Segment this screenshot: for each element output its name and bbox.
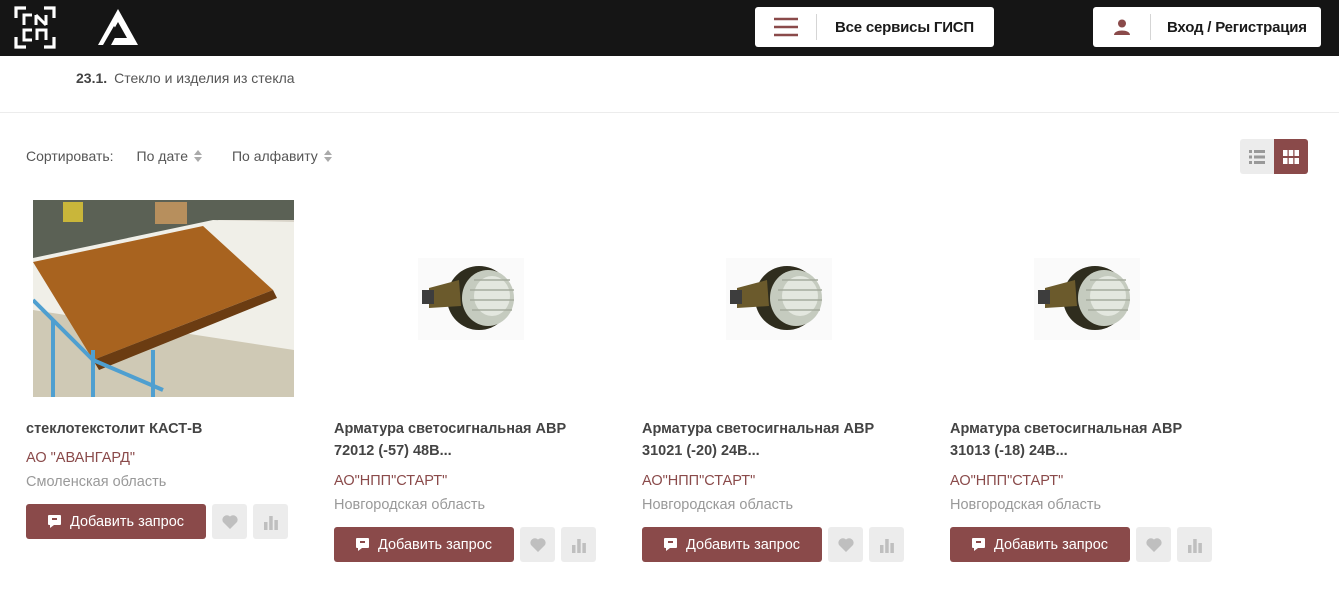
bar-chart-icon <box>879 538 894 553</box>
bar-chart-icon <box>1187 538 1202 553</box>
comment-icon <box>971 538 985 551</box>
add-request-button[interactable]: Добавить запрос <box>950 527 1130 562</box>
company-name[interactable]: АО"НПП"СТАРТ" <box>334 473 447 489</box>
heart-icon <box>221 514 238 529</box>
region: Новгородская область <box>950 497 1102 513</box>
favorite-button[interactable] <box>1136 527 1171 562</box>
menu-icon <box>755 14 817 40</box>
product-card[interactable]: Арматура светосигнальная АВР 31021 (-20)… <box>642 200 904 562</box>
favorite-button[interactable] <box>212 504 247 539</box>
product-image[interactable] <box>950 200 1212 397</box>
compare-button[interactable] <box>869 527 904 562</box>
region: Новгородская область <box>642 497 794 513</box>
sort-bar: Сортировать: По дате По алфавиту <box>26 148 362 164</box>
heart-icon <box>837 537 854 552</box>
list-icon <box>1249 149 1265 164</box>
add-request-label: Добавить запрос <box>69 513 185 530</box>
product-image[interactable] <box>642 200 904 397</box>
all-services-button[interactable]: Все сервисы ГИСП <box>755 7 994 47</box>
favorite-button[interactable] <box>520 527 555 562</box>
product-title[interactable]: стеклотекстолит КАСТ-В <box>26 418 288 440</box>
add-request-label: Добавить запрос <box>993 536 1109 553</box>
ministry-triangle-logo[interactable] <box>97 8 139 46</box>
heart-icon <box>1145 537 1162 552</box>
product-title[interactable]: Арматура светосигнальная АВР 31013 (-18)… <box>950 418 1212 462</box>
product-image[interactable] <box>33 200 294 397</box>
comment-icon <box>47 515 61 528</box>
all-services-label: Все сервисы ГИСП <box>835 18 974 36</box>
card-actions: Добавить запрос <box>334 527 596 562</box>
breadcrumb: 23.1. Стекло и изделия из стекла <box>76 70 295 86</box>
compare-button[interactable] <box>1177 527 1212 562</box>
divider <box>0 112 1339 113</box>
comment-icon <box>663 538 677 551</box>
bar-chart-icon <box>263 515 278 530</box>
list-view-button[interactable] <box>1240 139 1274 174</box>
top-header: Все сервисы ГИСП Вход / Регистрация <box>0 0 1339 56</box>
sort-by-alphabet[interactable]: По алфавиту <box>232 148 332 164</box>
company-name[interactable]: АО"НПП"СТАРТ" <box>950 473 1063 489</box>
product-card[interactable]: стеклотекстолит КАСТ-В АО "АВАНГАРД" Смо… <box>26 200 294 539</box>
compare-button[interactable] <box>561 527 596 562</box>
add-request-label: Добавить запрос <box>377 536 493 553</box>
grid-icon <box>1283 149 1299 164</box>
category-code: 23.1. <box>76 70 108 86</box>
region: Новгородская область <box>334 497 486 513</box>
product-card[interactable]: Арматура светосигнальная АВР 72012 (-57)… <box>334 200 596 562</box>
sort-by-alphabet-label: По алфавиту <box>231 148 318 164</box>
add-request-button[interactable]: Добавить запрос <box>26 504 206 539</box>
user-icon <box>1093 14 1151 40</box>
card-actions: Добавить запрос <box>642 527 904 562</box>
product-title[interactable]: Арматура светосигнальная АВР 31021 (-20)… <box>642 418 904 462</box>
login-register-label: Вход / Регистрация <box>1167 18 1307 36</box>
card-actions: Добавить запрос <box>26 504 288 539</box>
add-request-button[interactable]: Добавить запрос <box>642 527 822 562</box>
sort-label: Сортировать: <box>26 148 114 164</box>
card-actions: Добавить запрос <box>950 527 1212 562</box>
login-register-button[interactable]: Вход / Регистрация <box>1093 7 1321 47</box>
favorite-button[interactable] <box>828 527 863 562</box>
product-image[interactable] <box>334 200 596 397</box>
sort-arrows-icon <box>323 150 332 162</box>
compare-button[interactable] <box>253 504 288 539</box>
gisp-logo[interactable] <box>14 6 56 49</box>
heart-icon <box>529 537 546 552</box>
sort-by-date[interactable]: По дате <box>137 148 202 164</box>
company-name[interactable]: АО"НПП"СТАРТ" <box>642 473 755 489</box>
sort-arrows-icon <box>193 150 202 162</box>
region: Смоленская область <box>26 474 167 490</box>
add-request-label: Добавить запрос <box>685 536 801 553</box>
product-card[interactable]: Арматура светосигнальная АВР 31013 (-18)… <box>950 200 1212 562</box>
grid-view-button[interactable] <box>1274 139 1308 174</box>
view-toggle <box>1240 139 1309 174</box>
product-title[interactable]: Арматура светосигнальная АВР 72012 (-57)… <box>334 418 596 462</box>
comment-icon <box>355 538 369 551</box>
sort-by-date-label: По дате <box>136 148 188 164</box>
category-title[interactable]: Стекло и изделия из стекла <box>114 70 294 86</box>
company-name[interactable]: АО "АВАНГАРД" <box>26 450 135 466</box>
bar-chart-icon <box>571 538 586 553</box>
add-request-button[interactable]: Добавить запрос <box>334 527 514 562</box>
